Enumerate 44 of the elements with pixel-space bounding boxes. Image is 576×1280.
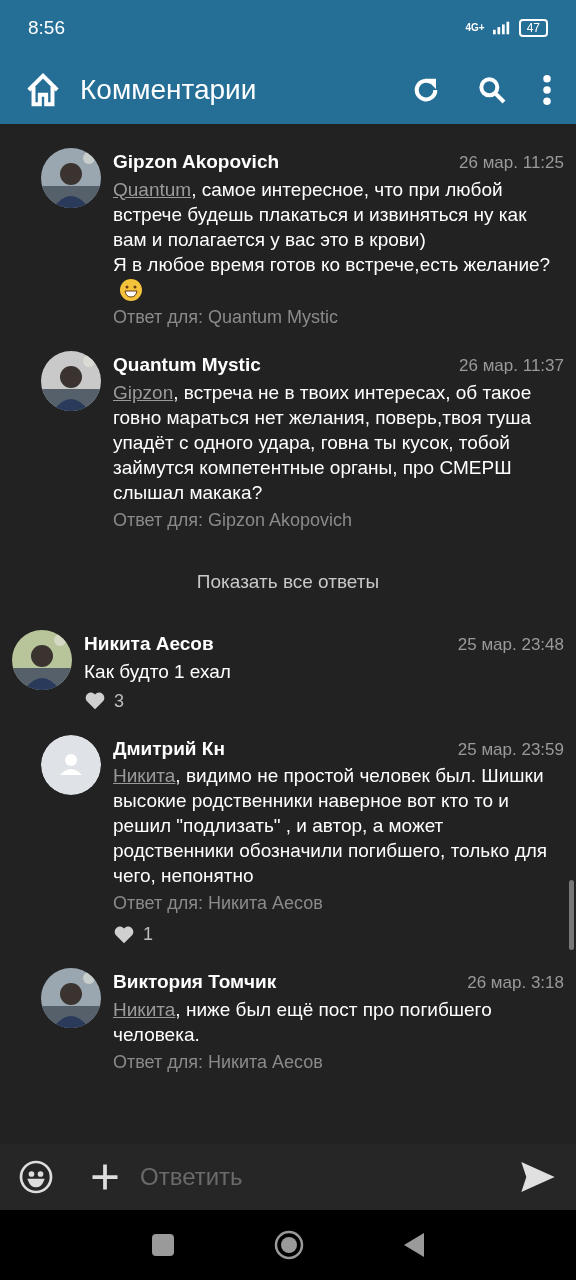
- comment-text: Quantum, самое интересное, что при любой встрече будешь плакаться и извиняться ну как вам и полагается у вас это в крови) Я в любое время готов ко встрече,есть желание?: [113, 176, 564, 303]
- scrollbar: [569, 880, 574, 950]
- reply-to-label[interactable]: Ответ для: Никита Аесов: [113, 1049, 564, 1076]
- search-icon[interactable]: [476, 74, 508, 106]
- comment-time: 25 мар. 23:59: [457, 739, 564, 761]
- author-name[interactable]: Gipzon Akopovich: [113, 148, 280, 177]
- comment-time: 26 мар. 3:18: [467, 972, 564, 995]
- comment-text: Как будто 1 ехал: [84, 660, 232, 684]
- emoji-icon[interactable]: [18, 1159, 54, 1195]
- mention-link[interactable]: Quantum: [113, 178, 192, 200]
- comment-text: Gipzon, встреча не в твоих интересах, об такое говно мараться нет желания, поверь,твоя туша упадёт с одного удара, говна ты кусок, тобой займутся компетентные органы, про СМЕРШ слышал макака?: [113, 381, 533, 505]
- reply-to-label[interactable]: Ответ для: Gipzon Akopovich: [113, 507, 564, 534]
- home-icon[interactable]: [24, 71, 62, 109]
- battery-indicator: 47: [518, 19, 548, 37]
- reply-field[interactable]: Ответить: [0, 1144, 576, 1210]
- show-all-replies-button[interactable]: Показать все ответы: [196, 568, 380, 597]
- comment-time: 25 мар. 23:48: [457, 634, 564, 657]
- author-name[interactable]: Дмитрий Кн: [113, 735, 225, 764]
- author-name[interactable]: Quantum Mystic: [113, 351, 261, 380]
- like-count: 3: [114, 690, 124, 713]
- recent-apps-button[interactable]: [152, 1234, 174, 1256]
- mention-link[interactable]: Gipzon: [113, 382, 174, 403]
- back-button[interactable]: [404, 1233, 424, 1257]
- clock: 8:56: [28, 15, 65, 40]
- heart-icon[interactable]: [113, 924, 135, 946]
- more-icon[interactable]: [542, 75, 552, 105]
- mention-link[interactable]: Никита: [113, 765, 176, 787]
- author-name[interactable]: Никита Аесов: [84, 630, 214, 659]
- network-label: 4G+: [465, 23, 485, 33]
- home-button[interactable]: [274, 1230, 304, 1260]
- reply-to-label[interactable]: Ответ для: Никита Аесов: [113, 890, 564, 918]
- screen-title: Комментарии: [80, 73, 258, 107]
- comment-time: 26 мар. 11:25: [459, 152, 564, 174]
- reply-input[interactable]: Ответить: [140, 1159, 518, 1195]
- signal-icon: [492, 21, 511, 35]
- author-name[interactable]: Виктория Томчик: [113, 968, 277, 997]
- like-count: 1: [143, 923, 153, 947]
- comment-text: Никита, ниже был ещё пост про погибшего человека.: [113, 998, 493, 1047]
- avatar-icon: [41, 735, 101, 795]
- comment-time: 26 мар. 11:37: [459, 355, 564, 378]
- reply-to-label[interactable]: Ответ для: Quantum Mystic: [113, 304, 564, 332]
- mention-link[interactable]: Никита: [113, 999, 176, 1020]
- plus-icon[interactable]: [90, 1162, 120, 1192]
- comment-text: Никита, видимо не простой человек был. Шишки высокие родственники наверное вот кто то и решил "подлизать" , и автор, а может родственники обозначили погибшего, только для чего, непонятно: [113, 764, 549, 889]
